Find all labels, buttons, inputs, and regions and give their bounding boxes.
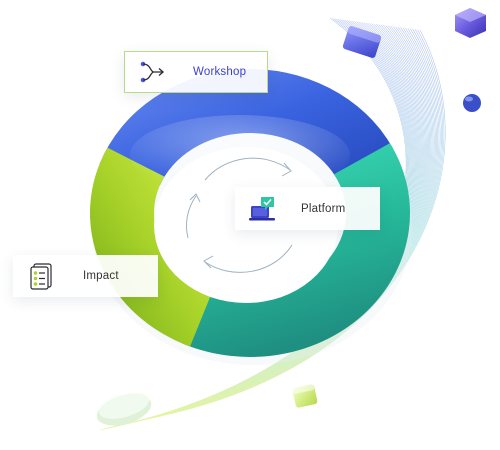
impact-label: Impact <box>83 270 119 282</box>
workshop-label: Workshop <box>193 66 247 78</box>
impact-card[interactable]: Impact <box>13 255 158 297</box>
blue-cube <box>342 26 382 58</box>
branch-arrow-icon <box>140 61 164 83</box>
platform-label: Platform <box>301 202 346 215</box>
workshop-card[interactable]: Workshop <box>124 51 268 93</box>
blue-sphere <box>463 94 481 112</box>
platform-card[interactable]: Platform <box>235 187 380 230</box>
laptop-chat-icon <box>249 196 275 220</box>
violet-hexagon <box>455 8 486 38</box>
checklist-icon <box>30 263 52 290</box>
green-cube <box>292 384 318 408</box>
